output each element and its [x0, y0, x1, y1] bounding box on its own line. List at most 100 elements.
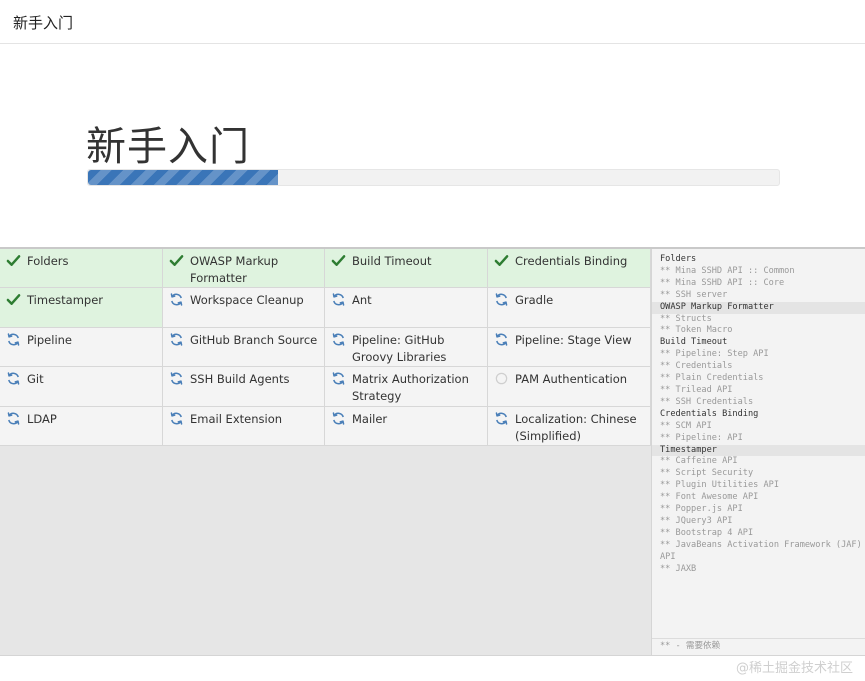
install-progress-bar — [87, 169, 780, 186]
log-dependency-line: ** Font Awesome API — [660, 492, 759, 503]
refresh-icon — [169, 411, 184, 426]
hero-heading: 新手入门 — [86, 124, 250, 170]
plugin-name: LDAP — [27, 411, 57, 426]
plugin-cell: Git — [0, 367, 163, 407]
progress-fill — [88, 170, 279, 185]
plugin-cell: Pipeline: Stage View — [488, 327, 651, 368]
refresh-icon — [169, 371, 184, 386]
log-dependency-line: ** Structs — [660, 313, 712, 324]
log-dependency-line: ** Popper.js API — [660, 504, 743, 515]
log-plugin-header: Folders — [660, 254, 697, 264]
refresh-icon — [331, 332, 346, 347]
log-dependency-line: ** SSH server — [660, 289, 728, 300]
log-dependency-line: ** JavaBeans Activation Framework (JAF) — [660, 539, 862, 550]
refresh-icon — [494, 292, 509, 307]
plugin-cell: Email Extension — [163, 406, 325, 446]
refresh-icon — [331, 292, 346, 307]
dependency-legend: ** - 需要依赖 — [660, 641, 721, 651]
log-dependency-line: ** Plain Credentials — [660, 373, 764, 384]
footer: @稀土掘金技术社区 — [0, 655, 865, 681]
checkmark-icon — [169, 253, 184, 268]
plugin-cell: Build Timeout — [325, 249, 488, 289]
plugin-cell: Credentials Binding — [488, 249, 651, 289]
plugin-name: Pipeline: Stage View — [515, 332, 632, 347]
plugin-cell: SSH Build Agents — [163, 367, 325, 407]
plugin-cell: Gradle — [488, 288, 651, 328]
top-bar: 新手入门 — [0, 0, 865, 44]
refresh-icon — [331, 371, 346, 386]
plugin-cell: Matrix Authorization Strategy — [325, 367, 488, 407]
log-plugin-header: Timestamper — [652, 444, 865, 457]
plugin-cell: Pipeline — [0, 327, 163, 368]
plugin-name: Ant — [352, 293, 372, 308]
plugin-name: Workspace Cleanup — [190, 293, 304, 308]
log-dependency-line: ** SCM API — [660, 420, 712, 431]
checkmark-icon — [331, 253, 346, 268]
checkmark-icon — [494, 253, 509, 268]
plugin-name: PAM Authentication — [515, 372, 628, 387]
log-dependency-line: ** Pipeline: API — [660, 432, 743, 443]
hero-section: 新手入门 — [0, 44, 865, 248]
log-dependency-line: ** Mina SSHD API :: Core — [660, 277, 785, 288]
pending-circle-icon — [494, 371, 509, 386]
plugin-name: SSH Build Agents — [190, 372, 290, 387]
plugin-name: Matrix Authorization Strategy — [352, 372, 469, 404]
log-dependency-line: ** SSH Credentials — [660, 396, 754, 407]
plugin-cell: GitHub Branch Source — [163, 327, 325, 368]
plugin-name: Timestamper — [27, 293, 103, 308]
refresh-icon — [331, 411, 346, 426]
plugin-name: GitHub Branch Source — [190, 332, 318, 347]
page-title: 新手入门 — [13, 14, 74, 32]
install-log: Folders ** Mina SSHD API :: Common ** Mina… — [652, 249, 865, 575]
log-dependency-line: API — [660, 551, 676, 562]
checkmark-icon — [6, 253, 21, 268]
plugin-name: Folders — [27, 254, 69, 268]
refresh-icon — [6, 411, 21, 426]
install-log-panel[interactable]: Folders ** Mina SSHD API :: Common ** Mina… — [651, 249, 865, 655]
plugin-cell: Workspace Cleanup — [163, 288, 325, 328]
refresh-icon — [6, 371, 21, 386]
plugin-cell: OWASP Markup Formatter — [163, 249, 325, 289]
plugin-cell: Ant — [325, 288, 488, 328]
log-dependency-line: ** JAXB — [660, 563, 697, 574]
refresh-icon — [6, 332, 21, 347]
plugin-name: Email Extension — [190, 411, 283, 426]
plugin-cell: Localization: Chinese (Simplified) — [488, 406, 651, 446]
log-dependency-line: ** JQuery3 API — [660, 515, 733, 526]
plugin-cell: Timestamper — [0, 288, 163, 328]
watermark: @稀土掘金技术社区 — [735, 661, 853, 676]
refresh-icon — [494, 332, 509, 347]
plugin-name: Localization: Chinese (Simplified) — [515, 411, 637, 443]
log-plugin-header: Build Timeout — [660, 337, 728, 348]
log-plugin-header: Credentials Binding — [660, 408, 759, 419]
checkmark-icon — [6, 292, 21, 307]
plugin-name: Pipeline — [27, 332, 73, 347]
log-dependency-line: ** Credentials — [660, 361, 733, 372]
plugin-name: Gradle — [515, 293, 554, 308]
log-dependency-line: ** Mina SSHD API :: Common — [660, 265, 795, 276]
plugin-grid: Folders OWASP Markup Formatter Build Timeo… — [0, 249, 651, 446]
log-plugin-header: OWASP Markup Formatter — [652, 301, 865, 314]
plugin-name: Credentials Binding — [515, 254, 628, 268]
plugin-cell: LDAP — [0, 406, 163, 446]
plugin-name: Git — [27, 372, 44, 387]
refresh-icon — [169, 332, 184, 347]
log-dependency-line: ** Trilead API — [660, 384, 733, 395]
log-dependency-line: ** Plugin Utilities API — [660, 480, 779, 491]
plugin-cell: Mailer — [325, 406, 488, 446]
log-dependency-line: ** Caffeine API — [660, 456, 738, 467]
plugin-name: Build Timeout — [352, 254, 432, 268]
plugin-name: OWASP Markup Formatter — [190, 254, 279, 285]
plugin-cell: Folders — [0, 249, 163, 289]
log-dependency-line: ** Pipeline: Step API — [660, 349, 769, 360]
plugin-grid-panel: Folders OWASP Markup Formatter Build Timeo… — [0, 249, 651, 655]
plugin-name: Pipeline: GitHub Groovy Libraries — [352, 332, 447, 364]
plugin-cell: PAM Authentication — [488, 367, 651, 407]
refresh-icon — [494, 411, 509, 426]
refresh-icon — [169, 292, 184, 307]
log-dependency-line: ** Token Macro — [660, 325, 733, 336]
plugin-name: Mailer — [352, 411, 388, 426]
log-dependency-line: ** Bootstrap 4 API — [660, 527, 754, 538]
plugin-cell: Pipeline: GitHub Groovy Libraries — [325, 327, 488, 368]
log-dependency-line: ** Script Security — [660, 468, 754, 479]
